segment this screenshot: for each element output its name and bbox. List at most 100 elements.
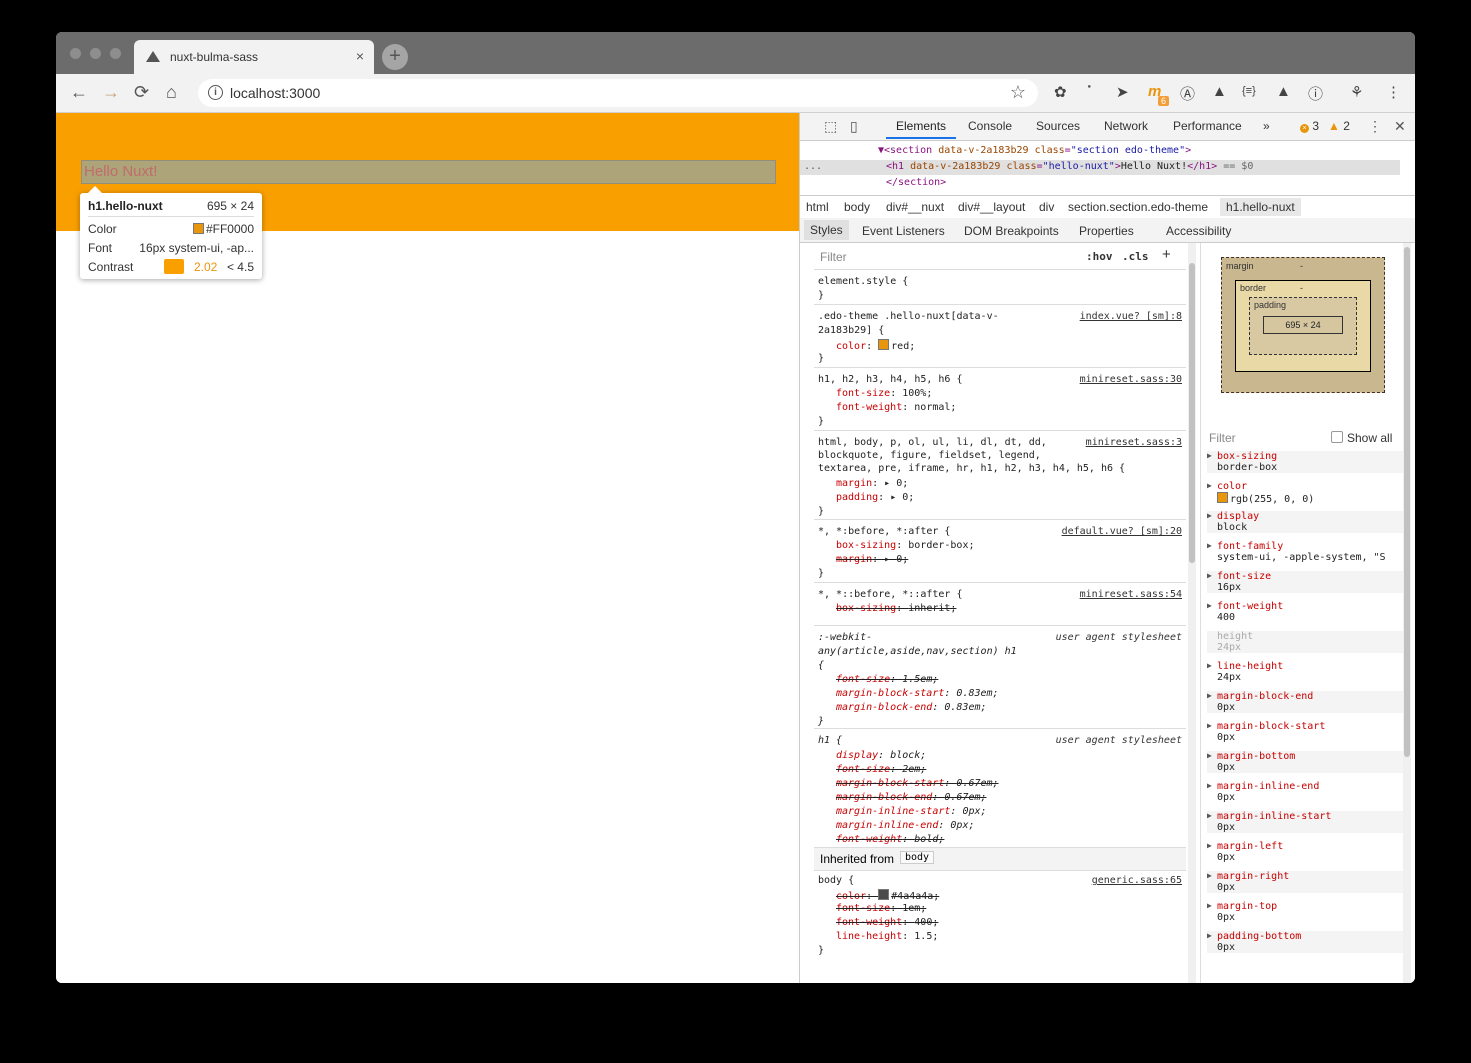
computed-property[interactable]: ▶ margin-inline-start 0px	[1207, 811, 1407, 833]
rule-source-link[interactable]: generic.sass:65	[1092, 875, 1182, 886]
rule-decl[interactable]: line-height: 1.5;	[836, 931, 938, 942]
bookmark-star-icon[interactable]: ☆	[1010, 82, 1026, 103]
extension-triangle-icon[interactable]: ▲	[1212, 83, 1227, 100]
rule-ua-h1[interactable]: h1 { user agent stylesheet display: bloc…	[814, 729, 1186, 848]
rule-body-generic[interactable]: body { generic.sass:65 color: #4a4a4a; f…	[814, 871, 1186, 983]
browser-tab[interactable]: nuxt-bulma-sass ×	[134, 40, 374, 74]
rule-ua-webkit-any[interactable]: :-webkit- user agent stylesheet any(arti…	[814, 626, 1186, 729]
new-rule-icon[interactable]: +	[1162, 246, 1171, 263]
dom-h1-line[interactable]: <h1 data-v-2a183b29 class="hello-nuxt">H…	[886, 161, 1253, 172]
computed-property[interactable]: ▶ font-size 16px	[1207, 571, 1407, 593]
rule-decl-overridden[interactable]: color: #4a4a4a;	[836, 889, 939, 902]
computed-property[interactable]: ▶ font-weight 400	[1207, 601, 1407, 623]
inspect-element-icon[interactable]: ⬚	[824, 118, 837, 135]
site-info-icon[interactable]: i	[208, 85, 223, 100]
computed-property[interactable]: ▶ margin-inline-end 0px	[1207, 781, 1407, 803]
device-toolbar-icon[interactable]: ▯	[850, 118, 858, 135]
home-icon[interactable]: ⌂	[166, 82, 177, 103]
subtab-properties[interactable]: Properties	[1079, 224, 1134, 238]
rule-headings[interactable]: h1, h2, h3, h4, h5, h6 { minireset.sass:…	[814, 368, 1186, 431]
computed-property[interactable]: ▶ line-height 24px	[1207, 661, 1407, 683]
inspected-h1-highlight[interactable]: Hello Nuxt!	[81, 160, 776, 184]
subtab-event-listeners[interactable]: Event Listeners	[862, 224, 945, 238]
subtab-accessibility[interactable]: Accessibility	[1166, 224, 1231, 238]
rule-decl[interactable]: color: red;	[836, 339, 915, 352]
window-minimize-dot[interactable]	[90, 48, 101, 59]
profile-avatar-icon[interactable]: ⚘	[1350, 83, 1363, 101]
inherited-body-tag[interactable]: body	[900, 851, 935, 864]
rule-source-link[interactable]: minireset.sass:54	[1080, 589, 1182, 600]
rule-decl[interactable]: padding: ▸ 0;	[836, 492, 914, 503]
breadcrumb-nuxt[interactable]: div#__nuxt	[886, 200, 944, 214]
rule-decl-overridden[interactable]: font-size: 1em;	[836, 903, 926, 914]
breadcrumb-section[interactable]: section.section.edo-theme	[1068, 200, 1208, 214]
rule-decl[interactable]: box-sizing: border-box;	[836, 540, 975, 551]
browser-menu-icon[interactable]: ⋮	[1386, 83, 1401, 101]
error-counter[interactable]: × 3	[1300, 119, 1319, 133]
extension-dots-icon[interactable]: ⠁	[1086, 83, 1097, 101]
color-swatch-icon[interactable]	[878, 889, 890, 900]
dom-dots[interactable]: ...	[804, 161, 822, 172]
extension-flower-icon[interactable]: ✿	[1054, 83, 1067, 101]
computed-property[interactable]: ▶ margin-block-start 0px	[1207, 721, 1407, 743]
devtools-close-icon[interactable]: ✕	[1394, 118, 1406, 135]
rule-edo-theme[interactable]: .edo-theme .hello-nuxt[data-v- index.vue…	[814, 305, 1186, 368]
color-swatch-icon[interactable]	[878, 339, 890, 350]
warning-counter[interactable]: ▲ 2	[1328, 119, 1350, 133]
hov-toggle[interactable]: :hov	[1086, 250, 1113, 263]
rule-default-vue[interactable]: *, *:before, *:after { default.vue? [sm]…	[814, 520, 1186, 583]
show-all-toggle[interactable]: Show all	[1331, 431, 1392, 445]
box-model-content[interactable]: 695 × 24	[1263, 316, 1343, 334]
breadcrumb-body[interactable]: body	[844, 200, 870, 214]
breadcrumb-div[interactable]: div	[1039, 200, 1054, 214]
extension-json-icon[interactable]: {≡}	[1242, 85, 1256, 97]
rule-decl-overridden[interactable]: box-sizing: inherit;	[836, 603, 956, 614]
computed-property[interactable]: ▶ margin-bottom 0px	[1207, 751, 1407, 773]
computed-property[interactable]: height 24px	[1207, 631, 1407, 653]
rule-minireset[interactable]: html, body, p, ol, ul, li, dl, dt, dd, m…	[814, 431, 1186, 520]
cls-toggle[interactable]: .cls	[1122, 250, 1149, 263]
rule-source-link[interactable]: minireset.sass:30	[1080, 374, 1182, 385]
dom-section-close[interactable]: </section>	[886, 177, 946, 188]
rule-source-link[interactable]: minireset.sass:3	[1086, 437, 1182, 448]
computed-property[interactable]: ▶ margin-top 0px	[1207, 901, 1407, 923]
rule-decl-overridden[interactable]: font-weight: 400;	[836, 917, 938, 928]
address-bar[interactable]: i localhost:3000 ☆	[198, 79, 1038, 107]
rule-decl[interactable]: margin: ▸ 0;	[836, 478, 908, 489]
extension-info-icon[interactable]: ⓘ	[1308, 83, 1323, 104]
back-icon[interactable]: ←	[70, 82, 88, 103]
computed-property[interactable]: ▶ padding-bottom 0px	[1207, 931, 1407, 953]
rule-element-style[interactable]: element.style { }	[814, 270, 1186, 305]
url-text[interactable]: localhost:3000	[230, 85, 320, 101]
computed-property[interactable]: ▶ display block	[1207, 511, 1407, 533]
rule-source-link[interactable]: default.vue? [sm]:20	[1062, 526, 1182, 537]
rule-source-link[interactable]: index.vue? [sm]:8	[1080, 311, 1182, 322]
forward-icon[interactable]: →	[102, 82, 120, 103]
computed-property[interactable]: ▶ margin-right 0px	[1207, 871, 1407, 893]
tab-network[interactable]: Network	[1104, 119, 1148, 133]
computed-property[interactable]: ▶ margin-block-end 0px	[1207, 691, 1407, 713]
devtools-menu-icon[interactable]: ⋮	[1368, 118, 1382, 135]
breadcrumb-layout[interactable]: div#__layout	[958, 200, 1025, 214]
rule-minireset-inherit[interactable]: *, *::before, *::after { minireset.sass:…	[814, 583, 1186, 626]
tab-close-icon[interactable]: ×	[356, 48, 364, 64]
new-tab-button[interactable]: +	[382, 44, 408, 70]
styles-filter-input[interactable]: Filter	[820, 250, 847, 264]
computed-property[interactable]: ▶ color rgb(255, 0, 0)	[1207, 481, 1407, 505]
styles-scrollbar[interactable]	[1188, 243, 1196, 983]
dom-section-line[interactable]: ▼<section data-v-2a183b29 class="section…	[878, 145, 1191, 156]
subtab-styles[interactable]: Styles	[804, 220, 849, 240]
computed-scroll-thumb[interactable]	[1404, 247, 1410, 757]
computed-property[interactable]: ▶ margin-left 0px	[1207, 841, 1407, 863]
computed-property[interactable]: ▶ box-sizing border-box	[1207, 451, 1407, 473]
tab-performance[interactable]: Performance	[1173, 119, 1242, 133]
styles-scroll-thumb[interactable]	[1189, 263, 1195, 563]
tab-console[interactable]: Console	[968, 119, 1012, 133]
more-tabs-icon[interactable]: »	[1263, 119, 1270, 133]
computed-property[interactable]: ▶ font-family system-ui, -apple-system, "S	[1207, 541, 1407, 563]
box-model-border[interactable]: border - padding 695 × 24	[1235, 280, 1371, 372]
window-close-dot[interactable]	[70, 48, 81, 59]
rule-decl[interactable]: font-size: 100%;	[836, 388, 932, 399]
tab-elements[interactable]: Elements	[896, 119, 946, 133]
window-zoom-dot[interactable]	[110, 48, 121, 59]
